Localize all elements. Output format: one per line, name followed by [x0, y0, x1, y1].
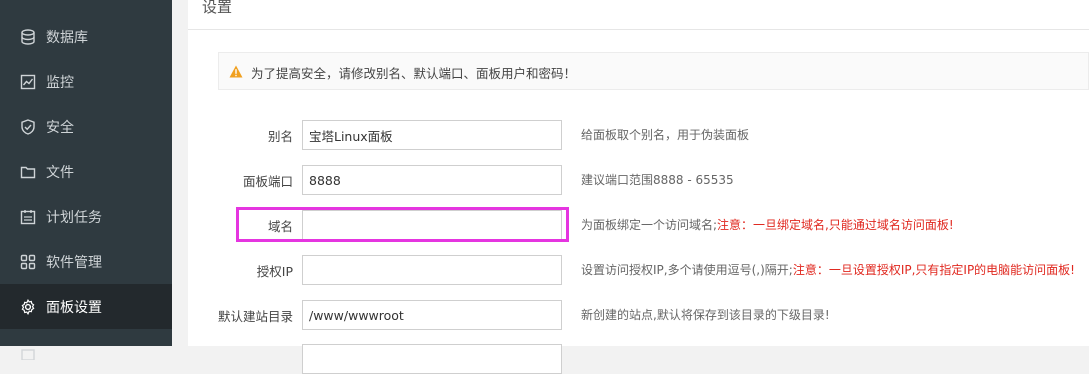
sidebar-item-label: 面板设置	[46, 299, 102, 316]
sidebar: 数据库 监控 安全 文件 计划任务 软件管理 面板设置	[0, 0, 172, 360]
sidebar-item-files[interactable]: 文件	[0, 149, 172, 194]
field-next-partial	[188, 344, 1089, 374]
calendar-icon	[20, 209, 36, 224]
sidebar-item-software[interactable]: 软件管理	[0, 239, 172, 284]
field-authorized-ip: 授权IP 设置访问授权IP,多个请使用逗号(,)隔开;注意：一旦设置授权IP,只…	[188, 255, 1089, 285]
gear-icon	[21, 298, 35, 315]
divider	[188, 29, 1089, 30]
monitor-icon	[20, 74, 36, 89]
partial-input[interactable]	[302, 344, 562, 374]
sidebar-item-security[interactable]: 安全	[0, 104, 172, 149]
field-label: 别名	[267, 129, 293, 144]
field-help: 设置访问授权IP,多个请使用逗号(,)隔开;注意：一旦设置授权IP,只有指定IP…	[581, 263, 1075, 277]
sidebar-item-monitor[interactable]: 监控	[0, 59, 172, 104]
page-title: 设置	[202, 0, 233, 16]
sidebar-item-label: 软件管理	[46, 254, 102, 271]
security-notice: 为了提高安全，请修改别名、默认端口、面板用户和密码！	[218, 52, 1089, 90]
field-help: 新创建的站点,默认将保存到该目录的下级目录!	[581, 308, 830, 322]
field-help: 建议端口范围8888 - 65535	[581, 173, 734, 187]
shield-icon	[21, 118, 35, 135]
field-default-site-dir: 默认建站目录 新创建的站点,默认将保存到该目录的下级目录!	[188, 300, 1089, 330]
field-label: 面板端口	[242, 174, 293, 189]
sidebar-item-database[interactable]: 数据库	[0, 14, 172, 59]
notice-text: 为了提高安全，请修改别名、默认端口、面板用户和密码！	[251, 66, 577, 81]
panel-port-input[interactable]	[302, 165, 562, 195]
field-help: 为面板绑定一个访问域名;注意：一旦绑定域名,只能通过域名访问面板!	[581, 218, 954, 232]
authorized-ip-input[interactable]	[302, 255, 562, 285]
domain-highlight-box	[236, 207, 569, 242]
field-alias: 别名 给面板取个别名，用于伪装面板	[188, 120, 1089, 150]
settings-panel: 设置 为了提高安全，请修改别名、默认端口、面板用户和密码！ 别名 给面板取个别名…	[188, 0, 1089, 374]
grid-icon	[20, 254, 36, 269]
content-gutter	[172, 0, 188, 346]
alias-input[interactable]	[302, 120, 562, 150]
sidebar-item-label: 文件	[46, 164, 74, 181]
sidebar-item-label: 安全	[46, 119, 74, 136]
sidebar-item-label: 监控	[46, 74, 74, 91]
sidebar-item-cron[interactable]: 计划任务	[0, 194, 172, 239]
field-help: 给面板取个别名，用于伪装面板	[581, 128, 750, 142]
default-site-dir-input[interactable]	[302, 300, 562, 330]
sidebar-item-panel-settings[interactable]: 面板设置	[0, 284, 172, 329]
database-icon	[21, 28, 35, 45]
folder-icon	[20, 166, 36, 178]
sidebar-item-next[interactable]	[0, 329, 172, 374]
warning-icon	[229, 65, 243, 78]
field-label: 默认建站目录	[217, 309, 293, 324]
sidebar-item-label: 计划任务	[46, 209, 102, 226]
field-panel-port: 面板端口 建议端口范围8888 - 65535	[188, 165, 1089, 195]
sidebar-item-label: 数据库	[46, 29, 88, 46]
field-label: 授权IP	[256, 264, 293, 279]
